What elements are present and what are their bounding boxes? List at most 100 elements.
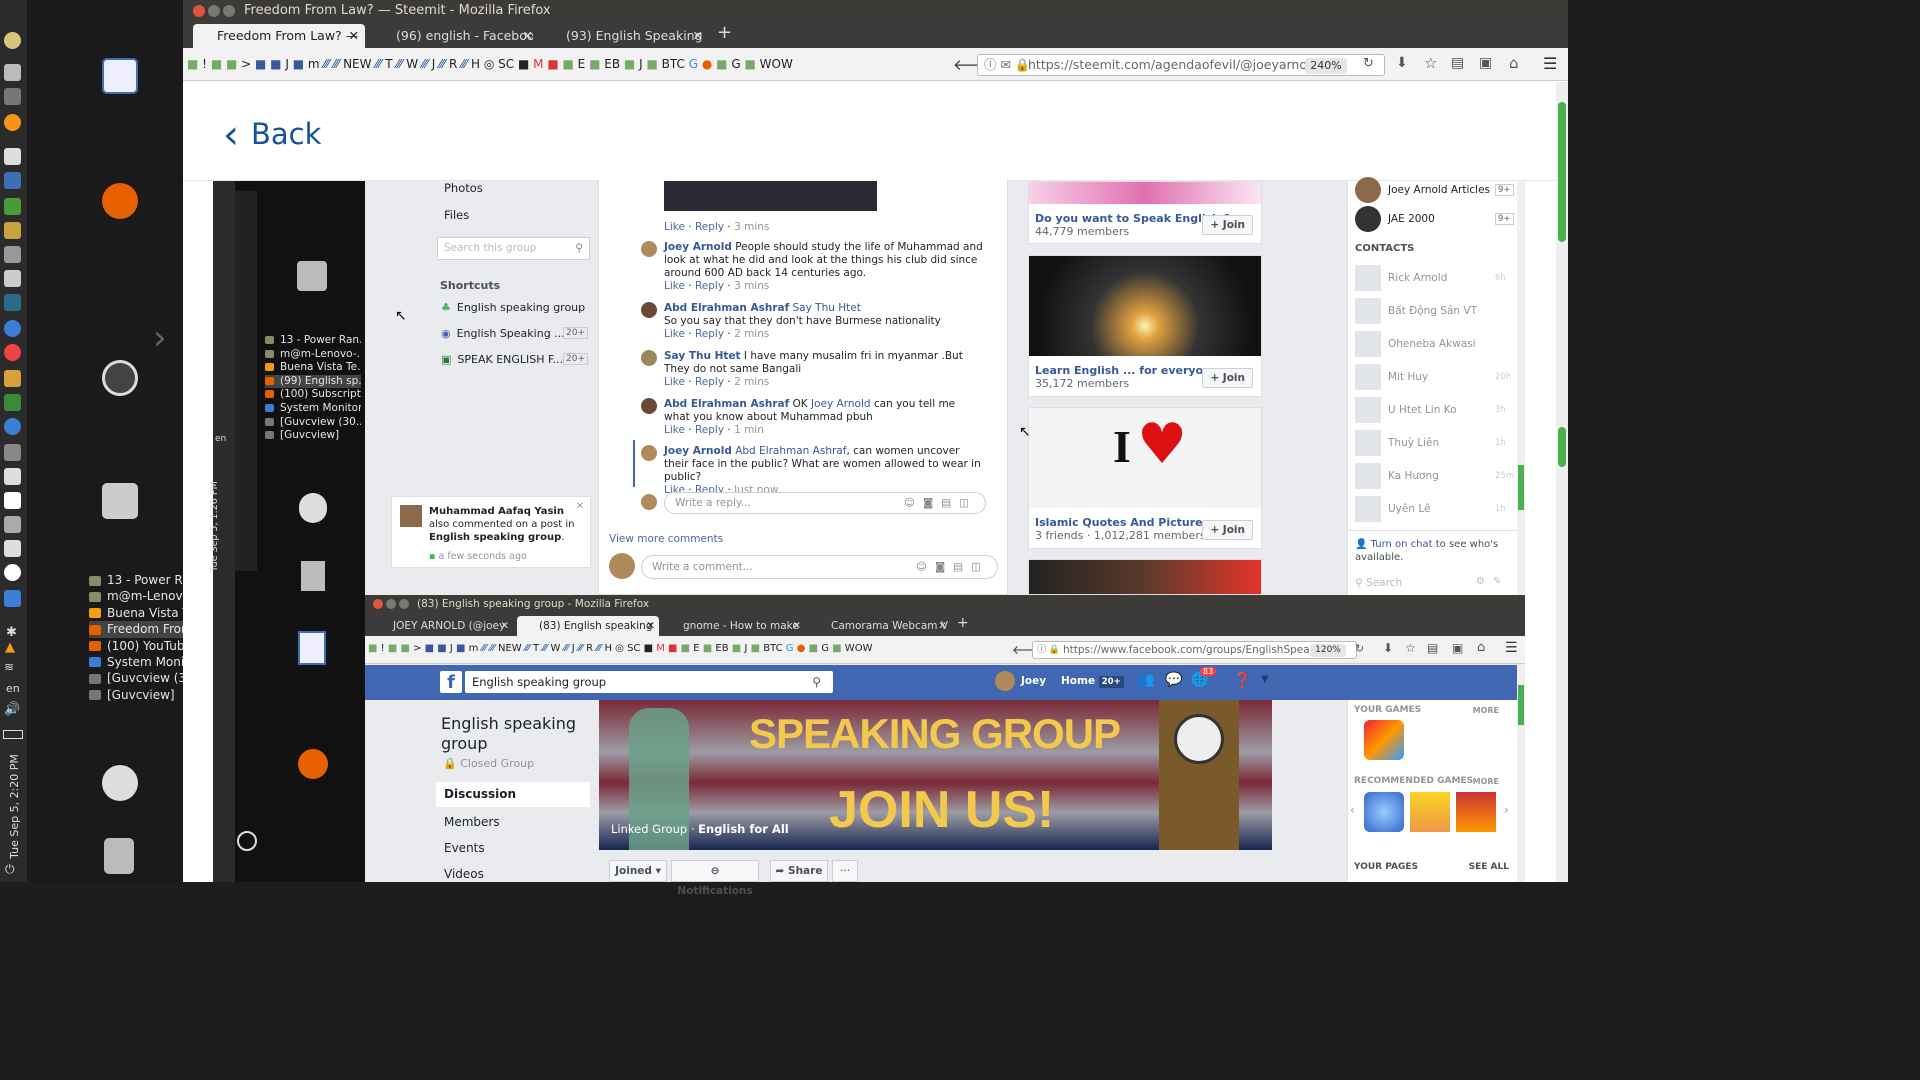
- ubuntu-icon[interactable]: [237, 831, 257, 851]
- close-window-button[interactable]: [373, 599, 383, 609]
- reply-link[interactable]: Reply: [695, 221, 724, 233]
- post-image[interactable]: [664, 181, 877, 211]
- notification-toast[interactable]: Muhammad Aafaq Yasin also commented on a…: [391, 496, 591, 568]
- avatar[interactable]: [641, 350, 657, 366]
- bluetooth-icon[interactable]: ✱: [6, 625, 17, 640]
- close-tab-icon[interactable]: ✕: [792, 616, 801, 636]
- group-suggestion[interactable]: [1028, 559, 1262, 595]
- list-item[interactable]: m@m-Lenovo-...: [265, 348, 361, 362]
- atom-icon[interactable]: [4, 418, 21, 435]
- wifi-icon[interactable]: ≋: [4, 660, 14, 674]
- app-icon[interactable]: [4, 492, 21, 509]
- group-search-input[interactable]: Search this group ⚲: [437, 237, 590, 260]
- profile-link[interactable]: Joey: [1021, 675, 1046, 687]
- friend-requests-icon[interactable]: 👥: [1137, 672, 1154, 688]
- app-icon[interactable]: [4, 564, 21, 581]
- home-icon[interactable]: ⌂: [1509, 54, 1519, 72]
- app-icon[interactable]: [4, 64, 21, 81]
- maximize-button[interactable]: [399, 599, 409, 609]
- calc-icon[interactable]: [4, 172, 21, 189]
- zoom-level[interactable]: 120%: [1310, 644, 1346, 657]
- group-suggestion[interactable]: Learn English ... for everyone 35,172 mem…: [1028, 255, 1262, 397]
- menu-icon[interactable]: ☰: [1543, 54, 1557, 73]
- search-icon[interactable]: ⚲: [812, 671, 821, 693]
- nav-photos[interactable]: Photos: [444, 181, 483, 195]
- linked-group-label[interactable]: Linked Group · English for All: [611, 822, 789, 836]
- zoom-level[interactable]: 240%: [1305, 58, 1347, 74]
- close-tab-icon[interactable]: ✕: [500, 616, 509, 636]
- nav-files[interactable]: Files: [444, 208, 469, 222]
- close-tab-icon[interactable]: ✕: [938, 616, 947, 636]
- menu-icon[interactable]: ☰: [1505, 640, 1518, 656]
- list-item[interactable]: System Monitor: [265, 402, 361, 416]
- home-link[interactable]: Home 20+: [1061, 675, 1124, 688]
- chevron-left-icon[interactable]: ‹: [1350, 803, 1355, 817]
- contact-item[interactable]: Rick Arnold 6h: [1355, 265, 1506, 291]
- close-tab-icon[interactable]: ✕: [349, 24, 359, 48]
- screenshot-icon[interactable]: ▣: [1479, 55, 1492, 71]
- power-icon[interactable]: ⏻: [5, 862, 15, 877]
- reply-link[interactable]: Reply: [695, 328, 724, 340]
- page-scrollbar[interactable]: [1556, 82, 1568, 882]
- nav-videos[interactable]: Videos: [444, 867, 484, 881]
- downloads-icon[interactable]: ⬇: [1383, 641, 1393, 655]
- like-link[interactable]: Like: [664, 221, 685, 233]
- game-icon[interactable]: [1364, 792, 1404, 832]
- list-item[interactable]: Buena Vista Te...: [265, 361, 361, 375]
- more-link[interactable]: MORE: [1473, 777, 1499, 786]
- drive-icon[interactable]: [102, 483, 138, 519]
- ubuntu-icon[interactable]: [102, 360, 138, 396]
- close-tab-icon[interactable]: ✕: [646, 616, 655, 636]
- emoji-camera-gif-sticker-icons[interactable]: ☺◙▤◫: [916, 556, 989, 578]
- comment-input[interactable]: Write a comment... ☺◙▤◫: [641, 555, 998, 579]
- reply-link[interactable]: Reply: [695, 424, 724, 436]
- close-window-button[interactable]: [193, 5, 205, 17]
- join-button[interactable]: + Join: [1202, 520, 1253, 540]
- chat-item[interactable]: Joey Arnold Articles 9+: [1355, 177, 1514, 203]
- tab-gnome[interactable]: gnome - How to make ✕: [663, 616, 805, 636]
- user-switch-icon[interactable]: [102, 765, 138, 801]
- join-button[interactable]: + Join: [1202, 368, 1253, 388]
- list-item[interactable]: 13 - Power Ran...: [265, 334, 361, 348]
- library-icon[interactable]: ▤: [1451, 55, 1464, 71]
- contact-item[interactable]: Uyên Lê 1h: [1355, 496, 1506, 522]
- like-link[interactable]: Like: [664, 328, 685, 340]
- chevron-right-icon[interactable]: ›: [153, 318, 167, 358]
- monitor-icon[interactable]: [4, 468, 21, 485]
- clock[interactable]: Tue Sep 5, 2:20 PM: [8, 754, 21, 859]
- messenger-icon[interactable]: 💬: [1165, 672, 1182, 688]
- shortcut-item[interactable]: ♣ English speaking group: [441, 301, 585, 314]
- monitor-icon[interactable]: [4, 294, 21, 311]
- more-options-button[interactable]: ···: [832, 860, 858, 882]
- nav-members[interactable]: Members: [444, 815, 500, 829]
- app-icon[interactable]: [4, 444, 21, 461]
- joined-button[interactable]: Joined ▾: [609, 860, 667, 882]
- group-cover-photo[interactable]: SPEAKING GROUP JOIN US! Linked Group · E…: [599, 700, 1272, 850]
- group-suggestion[interactable]: I ♥ Islamic Quotes And Pictures 3 friends…: [1028, 407, 1262, 549]
- user-switch-icon[interactable]: [299, 493, 327, 523]
- contact-item[interactable]: U Htet Lin Ko 3h: [1355, 397, 1506, 423]
- home-icon[interactable]: ⌂: [1477, 640, 1485, 655]
- app-icon[interactable]: [4, 320, 21, 337]
- nav-discussion[interactable]: Discussion: [436, 782, 590, 807]
- emoji-camera-gif-sticker-icons[interactable]: ☺◙▤◫: [904, 493, 977, 513]
- contact-item[interactable]: Thuỳ Liên 1h: [1355, 430, 1506, 456]
- firefox-icon[interactable]: [298, 749, 328, 779]
- like-link[interactable]: Like: [664, 376, 685, 388]
- drive-icon[interactable]: [297, 261, 327, 291]
- new-tab-button[interactable]: +: [957, 615, 969, 631]
- avatar[interactable]: [995, 671, 1015, 691]
- tab-facebook-english[interactable]: (96) english - Faceboo ✕: [373, 24, 533, 48]
- disk-icon[interactable]: [4, 270, 21, 287]
- bookmark-star-icon[interactable]: ☆: [1405, 641, 1416, 655]
- reply-link[interactable]: Reply: [695, 376, 724, 388]
- app-icon[interactable]: [4, 344, 21, 361]
- battery-icon[interactable]: [3, 730, 23, 739]
- reply-link[interactable]: Reply: [695, 280, 724, 292]
- avatar[interactable]: [641, 398, 657, 414]
- chat-search-input[interactable]: ⚲ Search: [1355, 577, 1402, 589]
- app-icon[interactable]: [4, 516, 21, 533]
- site-info-icon[interactable]: ⓘ 🔒: [1037, 642, 1060, 658]
- contact-item[interactable]: Mit Huy 20h: [1355, 364, 1511, 390]
- view-more-comments[interactable]: View more comments: [609, 533, 723, 545]
